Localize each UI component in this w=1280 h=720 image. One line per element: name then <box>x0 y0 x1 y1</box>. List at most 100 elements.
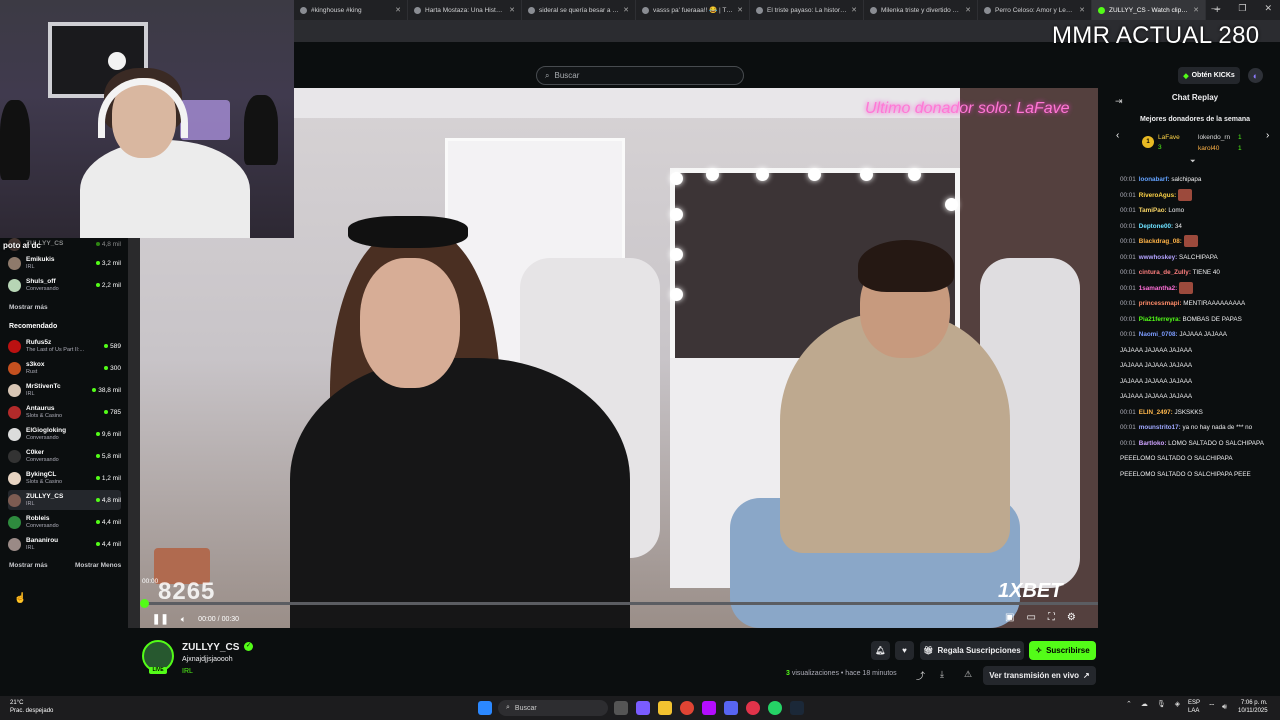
user-profile-icon[interactable]: ◐ <box>1248 68 1263 83</box>
sidebar-channel[interactable]: BykingCL Slots & Casino 1,2 mil <box>8 468 121 488</box>
sidebar-channel[interactable]: Antaurus Slots & Casino 785 <box>8 402 121 422</box>
close-tab-icon[interactable]: ✕ <box>1079 6 1085 14</box>
watch-live-button[interactable]: Ver transmisión en vivo ↗ <box>983 666 1096 685</box>
sidebar-channel[interactable]: Bananirou IRL 4,4 mil <box>8 534 121 554</box>
taskbar-clock[interactable]: 7:06 p. m. 10/11/2025 <box>1238 699 1268 715</box>
stream-category[interactable]: IRL <box>182 668 193 675</box>
sidebar-channel[interactable]: ZULLYY_CS IRL 4,8 mil <box>8 490 121 510</box>
pause-icon[interactable]: ❚❚ <box>152 614 169 625</box>
maximize-icon[interactable]: ❐ <box>1238 3 1246 14</box>
get-kicks-button[interactable]: ◆ Obtén KICKs <box>1178 67 1240 84</box>
sidebar-channel[interactable]: Emikukis IRL 3,2 mil <box>8 253 121 273</box>
sidebar-channel[interactable]: Rufus5z The Last of Us Part II:... 589 <box>8 336 121 356</box>
subscribe-label: Suscribirse <box>1046 646 1090 655</box>
browser-tab[interactable]: vasss pa' fueraaa!! 😂 | TikTok ✕ <box>636 0 750 20</box>
show-less-link[interactable]: Mostrar Menos <box>75 562 121 569</box>
message-username[interactable]: Blackdrag_08 <box>1139 238 1180 245</box>
speaker-icon[interactable]: 🔊︎ <box>1222 702 1227 712</box>
fullscreen-icon[interactable]: ⛶ <box>1048 612 1055 623</box>
message-username[interactable]: 1samantha2 <box>1139 285 1175 292</box>
sidebar-channel[interactable]: Shuls_off Conversando 2,2 mil <box>8 275 121 295</box>
task-view-icon[interactable] <box>614 701 628 715</box>
scroll-down-icon[interactable]: ⏷ <box>1190 158 1196 166</box>
app-icon[interactable] <box>702 701 716 715</box>
weather-widget[interactable]: 21°C Prac. despejado <box>10 699 53 715</box>
minimize-icon[interactable]: — <box>1211 3 1220 14</box>
message-username[interactable]: Bartloko <box>1139 440 1165 447</box>
whatsapp-icon[interactable] <box>768 701 782 715</box>
chevron-up-icon[interactable]: ⌃ <box>1126 700 1132 708</box>
close-tab-icon[interactable]: ✕ <box>395 6 401 14</box>
share-icon[interactable]: ⤴ <box>916 669 925 682</box>
message-text: 34 <box>1174 222 1182 230</box>
close-tab-icon[interactable]: ✕ <box>851 6 857 14</box>
cloud-icon[interactable]: ☁ <box>1141 700 1148 708</box>
download-icon[interactable]: ⤓ <box>940 669 944 680</box>
follow-heart-button[interactable]: ♥ <box>895 641 914 660</box>
message-username[interactable]: Naomi_0708 <box>1139 331 1176 338</box>
message-username[interactable]: mounstrito17 <box>1139 424 1179 431</box>
steam-icon[interactable] <box>790 701 804 715</box>
video-progress-bar[interactable] <box>144 602 1098 605</box>
browser-tab[interactable]: El triste payaso: La historia de ✕ <box>750 0 864 20</box>
close-tab-icon[interactable]: ✕ <box>623 6 629 14</box>
message-username[interactable]: RiveroAgus <box>1139 192 1174 199</box>
message-username[interactable]: TamiPao <box>1139 207 1165 214</box>
close-tab-icon[interactable]: ✕ <box>965 6 971 14</box>
close-tab-icon[interactable]: ✕ <box>1193 6 1199 14</box>
close-tab-icon[interactable]: ✕ <box>737 6 743 14</box>
message-username[interactable]: wwwhoskey <box>1139 254 1175 261</box>
obs-icon[interactable] <box>746 701 760 715</box>
file-explorer-icon[interactable] <box>658 701 672 715</box>
copilot-icon[interactable] <box>636 701 650 715</box>
viewer-count: 4,8 mil <box>95 241 121 248</box>
sidebar-channel[interactable]: ElGiogloking Conversando 9,6 mil <box>8 424 121 444</box>
message-username[interactable]: Deptone00 <box>1139 223 1171 230</box>
browser-tab[interactable]: Perro Celoso: Amor y Lealtad ✕ <box>978 0 1092 20</box>
pip-icon[interactable]: ▣ <box>1005 612 1014 623</box>
message-username[interactable]: princessmapi <box>1139 300 1180 307</box>
show-more-link[interactable]: Mostrar más <box>9 304 48 311</box>
notifications-bell-button[interactable]: 🔔︎ <box>871 641 890 660</box>
sidebar-channel[interactable]: MrStivenTc IRL 38,8 mil <box>8 380 121 400</box>
microphone-icon[interactable]: 🎙︎ <box>1157 700 1166 708</box>
message-username[interactable]: loonabarf <box>1139 176 1168 183</box>
donors-prev-icon[interactable]: ‹ <box>1116 130 1119 141</box>
channel-name: Robleis <box>26 514 50 522</box>
close-window-icon[interactable]: ✕ <box>1264 3 1272 14</box>
wifi-icon[interactable]: ⌔ <box>1208 702 1216 712</box>
browser-tab[interactable]: sideral se quería besar a rusa ✕ <box>522 0 636 20</box>
browser-tab[interactable]: Milenka triste y divertido en c ✕ <box>864 0 978 20</box>
discord-icon[interactable] <box>724 701 738 715</box>
close-tab-icon[interactable]: ✕ <box>509 6 515 14</box>
message-username[interactable]: cintura_de_Zully <box>1139 269 1189 276</box>
language-indicator[interactable]: ESP LAA <box>1188 699 1200 715</box>
chat-message: PEEELOMO SALTADO O SALCHIPAPA <box>1120 451 1270 467</box>
browser-tab[interactable]: ZULLYY_CS - Watch clips o ✕ <box>1092 0 1206 20</box>
message-username[interactable]: Pia21ferreyra <box>1139 316 1179 323</box>
sidebar-channel[interactable]: Robleis Conversando 4,4 mil <box>8 512 121 532</box>
browser-tab[interactable]: Harta Mostaza: Una Historia d ✕ <box>408 0 522 20</box>
browser-tab[interactable]: #kinghouse #king ✕ <box>294 0 408 20</box>
report-icon[interactable]: ⚠ <box>964 669 972 680</box>
gift-subs-button[interactable]: 🎁︎ Regala Suscripciones <box>920 641 1024 660</box>
subscribe-button[interactable]: ✧ Suscribirse <box>1029 641 1096 660</box>
sidebar-channel[interactable]: C0ker Conversando 5,8 mil <box>8 446 121 466</box>
channel-info: s3kox Rust <box>26 361 99 376</box>
chrome-icon[interactable] <box>680 701 694 715</box>
message-username[interactable]: ELIN_2497 <box>1139 409 1171 416</box>
show-more-link[interactable]: Mostrar más <box>9 562 48 569</box>
windows-start-icon[interactable] <box>478 701 492 715</box>
streamer-name[interactable]: ZULLYY_CS <box>182 642 239 653</box>
theater-mode-icon[interactable]: ▭ <box>1026 612 1035 623</box>
volume-icon[interactable]: 🔈︎ <box>181 614 186 625</box>
settings-gear-icon[interactable]: ⚙ <box>1067 612 1076 623</box>
sidebar-channel[interactable]: s3kox Rust 300 <box>8 358 121 378</box>
taskbar-search[interactable]: ⌕ Buscar <box>498 700 608 716</box>
message-text: JAJAAA JAJAAA JAJAAA <box>1120 393 1193 400</box>
donors-next-icon[interactable]: › <box>1266 130 1269 141</box>
video-progress-handle[interactable] <box>140 599 149 608</box>
vpn-icon[interactable]: ◈ <box>1175 700 1180 708</box>
message-time: 00:01 <box>1120 207 1136 214</box>
search-input[interactable]: ⌕ Buscar <box>536 66 744 85</box>
